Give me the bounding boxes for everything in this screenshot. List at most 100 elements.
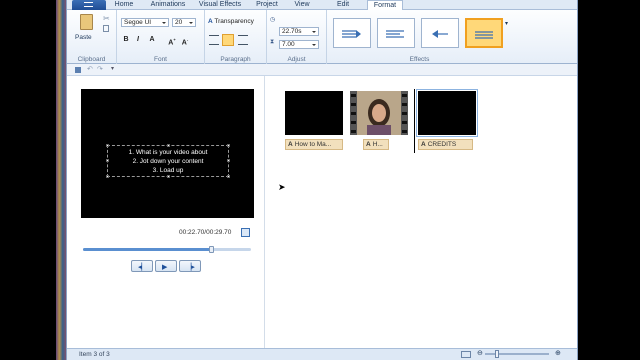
mouse-cursor: ➤ <box>278 182 286 192</box>
effects-group-label: Effects <box>409 56 430 63</box>
ribbon-tab-bar: Home Animations Visual Effects Project V… <box>67 0 577 11</box>
play-icon: ▶ <box>162 264 168 271</box>
tab-edit[interactable]: Edit <box>331 0 355 10</box>
storyboard-clip-video[interactable] <box>350 91 408 135</box>
align-left-button[interactable] <box>209 35 219 45</box>
tab-home[interactable]: Home <box>111 0 137 10</box>
paste-icon[interactable] <box>80 14 93 30</box>
quick-access-toolbar: ↶ ↷ ▾ <box>67 64 577 76</box>
duration-icon: ⧗ <box>270 39 275 45</box>
clip-label-text: CREDITS <box>427 141 457 148</box>
clip-caption-label[interactable]: A CREDITS <box>418 139 473 150</box>
fullscreen-icon[interactable] <box>241 228 250 237</box>
previous-frame-icon: ◂▏ <box>138 264 147 271</box>
resize-handle[interactable] <box>167 175 170 178</box>
font-group: Segoe UI 20 B I A A+ A- Font <box>117 10 205 64</box>
tab-project[interactable]: Project <box>253 0 281 10</box>
paste-button[interactable]: Paste <box>75 34 92 41</box>
resize-handle[interactable] <box>106 144 109 147</box>
grow-font-button[interactable]: A+ <box>167 35 177 46</box>
transparency-label: Transparency <box>214 18 254 25</box>
caption-line-3: 3. Load up <box>152 167 184 174</box>
effect-scroll-up-selected[interactable] <box>465 18 503 48</box>
zoom-in-icon[interactable]: ⊕ <box>555 349 561 357</box>
effect-slide[interactable] <box>421 18 459 48</box>
storyboard-view-icon[interactable] <box>461 351 471 358</box>
copy-icon[interactable] <box>103 25 109 32</box>
zoom-slider[interactable] <box>485 350 549 358</box>
tab-view[interactable]: View <box>291 0 313 10</box>
font-group-label: Font <box>153 56 167 63</box>
main-workspace: 1. What is your video about 2. Jot down … <box>67 76 577 348</box>
text-caption-icon: A <box>366 141 371 148</box>
text-caption-icon: A <box>421 141 426 148</box>
font-color-button[interactable]: A <box>147 35 157 45</box>
paragraph-group-label: Paragraph <box>220 56 251 63</box>
file-menu-button[interactable] <box>72 0 106 10</box>
desktop-right-area <box>578 0 640 360</box>
seek-progress <box>83 248 211 251</box>
resize-handle[interactable] <box>106 175 109 178</box>
cut-icon[interactable]: ✂ <box>103 14 110 23</box>
save-icon[interactable] <box>75 67 81 73</box>
next-frame-icon: ▕▸ <box>186 264 195 271</box>
zoom-out-icon[interactable]: ⊖ <box>477 349 483 357</box>
paragraph-group: A Transparency Paragraph <box>205 10 267 64</box>
previous-frame-button[interactable]: ◂▏ <box>131 260 153 272</box>
effects-group: ▾ Effects <box>327 10 512 64</box>
status-bar: Item 3 of 3 ⊖ ⊕ <box>67 348 577 360</box>
start-time-field[interactable]: 22.70s <box>279 27 319 36</box>
resize-handle[interactable] <box>227 159 230 162</box>
shrink-font-button[interactable]: A- <box>180 35 190 46</box>
font-family-dropdown[interactable]: Segoe UI <box>121 18 169 27</box>
resize-handle[interactable] <box>106 159 109 162</box>
storyboard-clip-title[interactable] <box>285 91 343 135</box>
next-frame-button[interactable]: ▕▸ <box>179 260 201 272</box>
play-button[interactable]: ▶ <box>155 260 177 272</box>
adjust-group: ◷ 22.70s ⧗ 7.00 Adjust <box>267 10 327 64</box>
align-center-button[interactable] <box>222 34 234 46</box>
transparency-button[interactable]: A Transparency <box>208 18 254 25</box>
desktop-wallpaper-strip <box>56 0 66 360</box>
playhead-marker[interactable] <box>414 89 415 153</box>
resize-handle[interactable] <box>227 144 230 147</box>
resize-handle[interactable] <box>167 144 170 147</box>
font-size-dropdown[interactable]: 20 <box>172 18 196 27</box>
tab-visual-effects[interactable]: Visual Effects <box>195 0 245 10</box>
align-right-button[interactable] <box>238 35 248 45</box>
duration-field[interactable]: 7.00 <box>279 40 319 49</box>
effects-scroll-icon[interactable]: ▾ <box>505 20 508 27</box>
pane-divider[interactable] <box>264 76 265 348</box>
storyboard-clip-credits[interactable] <box>416 89 478 137</box>
clip-label-text: H... <box>372 141 383 148</box>
desktop-background: Home Animations Visual Effects Project V… <box>0 0 640 360</box>
clipboard-group-label: Clipboard <box>77 56 106 63</box>
preview-timecode: 00:22.70/00:29.70 <box>179 229 232 236</box>
adjust-group-label: Adjust <box>287 56 306 63</box>
text-caption-icon: A <box>288 141 293 148</box>
undo-icon[interactable]: ↶ <box>87 65 93 73</box>
status-text: Item 3 of 3 <box>79 351 110 358</box>
tab-animations[interactable]: Animations <box>147 0 189 10</box>
seek-bar[interactable] <box>83 246 251 253</box>
redo-icon[interactable]: ↷ <box>97 65 103 73</box>
caption-line-2: 2. Jot down your content <box>132 158 204 165</box>
clip-caption-label[interactable]: A H... <box>363 139 389 150</box>
resize-handle[interactable] <box>227 175 230 178</box>
caption-line-1: 1. What is your video about <box>128 149 208 156</box>
seek-thumb[interactable] <box>208 246 214 253</box>
clipboard-group: Paste ✂ Clipboard <box>67 10 117 64</box>
menu-icon <box>84 2 93 7</box>
zoom-thumb[interactable] <box>495 350 499 358</box>
customize-toolbar-icon[interactable]: ▾ <box>111 65 114 72</box>
start-time-icon: ◷ <box>270 17 276 23</box>
bold-button[interactable]: B <box>121 35 131 45</box>
video-thumbnail <box>350 91 408 135</box>
clip-caption-label[interactable]: A How to Ma... <box>285 139 343 150</box>
format-ribbon: Paste ✂ Clipboard Segoe UI 20 B I A A+ A… <box>67 10 577 64</box>
italic-button[interactable]: I <box>133 35 143 45</box>
caption-textbox[interactable]: 1. What is your video about 2. Jot down … <box>106 144 230 178</box>
effect-fly-in-left[interactable] <box>333 18 371 48</box>
video-preview[interactable]: 1. What is your video about 2. Jot down … <box>81 89 254 218</box>
effect-scroll-left[interactable] <box>377 18 415 48</box>
